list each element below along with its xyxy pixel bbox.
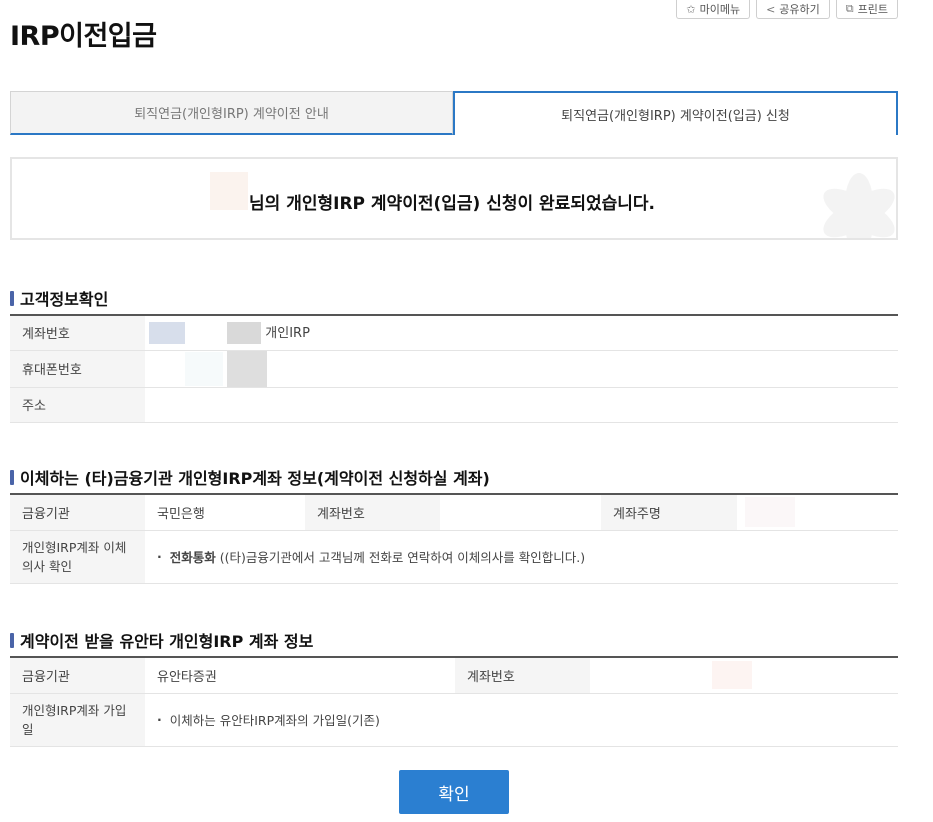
masked-value [227,322,262,344]
join-date-value: · 이체하는 유안타IRP계좌의 가입일(기존) [145,693,898,747]
flower-decoration-icon [823,173,895,238]
to-account-label: 계좌번호 [455,656,590,694]
masked-name [210,172,248,210]
intent-value: · 전화통화 ((타)금융기관에서 고객님께 전화로 연락하여 이체의사를 확인… [145,530,898,584]
from-account-table: 금융기관 국민은행 계좌번호 계좌주명 개인형IRP계좌 이체의사 확인 · 전… [10,493,898,584]
table-row: 주소 [10,387,898,423]
table-row: 개인형IRP계좌 이체의사 확인 · 전화통화 ((타)금융기관에서 고객님께 … [10,530,898,584]
holder-value [737,493,898,531]
print-label: 프린트 [857,3,888,16]
to-account-table: 금융기관 유안타증권 계좌번호 개인형IRP계좌 가입일 · 이체하는 유안타I… [10,656,898,747]
to-account-section-title: 계약이전 받을 유안타 개인형IRP 계좌 정보 [10,628,313,652]
masked-value [745,497,795,528]
customer-section-title: 고객정보확인 [10,286,108,310]
masked-value [227,350,268,387]
masked-value [712,661,752,690]
from-institution-label: 금융기관 [10,493,145,531]
masked-value [149,322,185,344]
table-row: 개인형IRP계좌 가입일 · 이체하는 유안타IRP계좌의 가입일(기존) [10,693,898,747]
intent-method: 전화통화 [169,550,216,565]
phone-value [145,350,898,388]
mymenu-button[interactable]: ✩ 마이메뉴 [676,0,751,19]
address-value [145,387,898,423]
confirm-button[interactable]: 확인 [399,770,509,814]
tab-bar: 퇴직연금(개인형IRP) 계약이전 안내 퇴직연금(개인형IRP) 계약이전(입… [10,91,898,135]
join-date-label: 개인형IRP계좌 가입일 [10,693,145,747]
top-tools: ✩ 마이메뉴 < 공유하기 ⧉ 프린트 [676,0,898,19]
completion-message: 님의 개인형IRP 계약이전(입금) 신청이 완료되었습니다. [249,194,655,214]
account-number-value: 개인IRP [145,314,898,351]
from-account-value [440,493,601,531]
masked-value [185,351,223,386]
share-icon: < [766,2,776,16]
customer-info-table: 계좌번호 개인IRP 휴대폰번호 주소 [10,314,898,423]
from-institution-value: 국민은행 [145,493,305,531]
join-date-description: 이체하는 유안타IRP계좌의 가입일(기존) [169,713,380,728]
table-row: 금융기관 유안타증권 계좌번호 [10,656,898,694]
share-label: 공유하기 [779,3,820,16]
star-icon: ✩ [686,2,696,16]
table-row: 휴대폰번호 [10,350,898,388]
phone-label: 휴대폰번호 [10,350,145,388]
to-account-value [590,656,898,694]
print-button[interactable]: ⧉ 프린트 [835,0,898,19]
intent-label: 개인형IRP계좌 이체의사 확인 [10,530,145,584]
tab-apply[interactable]: 퇴직연금(개인형IRP) 계약이전(입금) 신청 [453,91,898,135]
holder-label: 계좌주명 [601,493,737,531]
to-institution-value: 유안타증권 [145,656,455,694]
table-row: 계좌번호 개인IRP [10,314,898,351]
copy-icon: ⧉ [845,2,854,15]
to-institution-label: 금융기관 [10,656,145,694]
account-type: 개인IRP [265,325,310,341]
from-account-section-title: 이체하는 (타)금융기관 개인형IRP계좌 정보(계약이전 신청하실 계좌) [10,465,490,489]
page-title: IRP이전입금 [10,21,157,52]
completion-notice: 님의 개인형IRP 계약이전(입금) 신청이 완료되었습니다. [10,157,898,240]
account-number-label: 계좌번호 [10,314,145,351]
intent-description: ((타)금융기관에서 고객님께 전화로 연락하여 이체의사를 확인합니다.) [215,550,586,565]
from-account-label: 계좌번호 [305,493,440,531]
share-button[interactable]: < 공유하기 [756,0,830,19]
mymenu-label: 마이메뉴 [699,3,741,16]
table-row: 금융기관 국민은행 계좌번호 계좌주명 [10,493,898,531]
address-label: 주소 [10,387,145,423]
tab-guide[interactable]: 퇴직연금(개인형IRP) 계약이전 안내 [10,91,453,135]
